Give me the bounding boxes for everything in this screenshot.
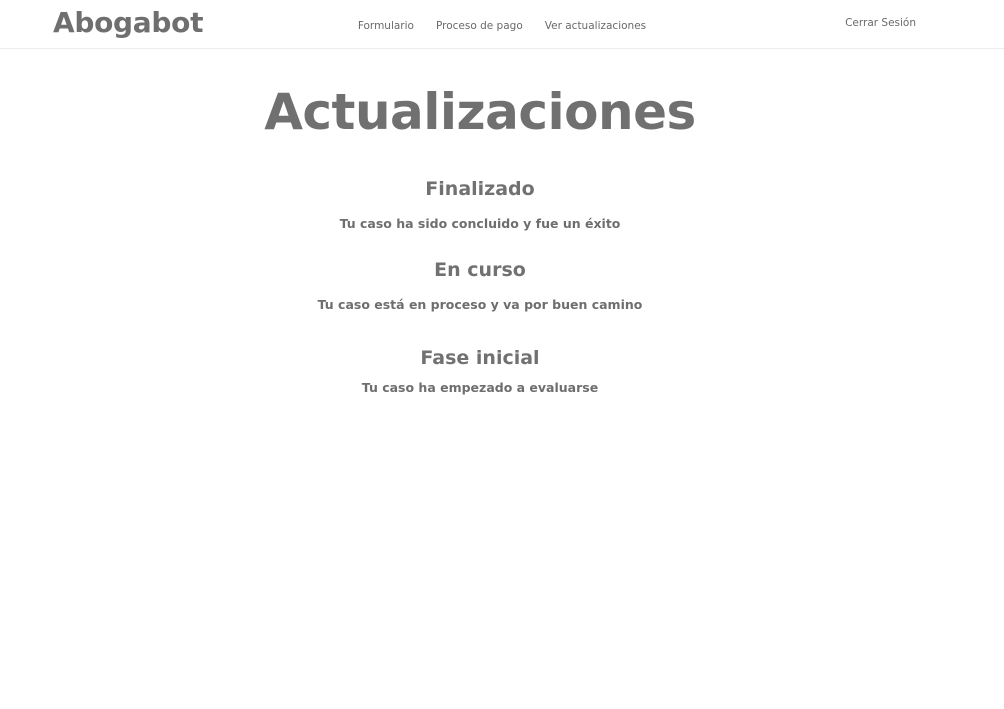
status-fase-inicial: Fase inicial Tu caso ha empezado a evalu… — [0, 313, 960, 396]
status-finalizado: Finalizado Tu caso ha sido concluido y f… — [0, 142, 960, 232]
status-en-curso: En curso Tu caso está en proceso y va po… — [0, 232, 960, 313]
top-navbar: Abogabot Formulario Proceso de pago Ver … — [0, 0, 1004, 49]
nav-link-ver-actualizaciones[interactable]: Ver actualizaciones — [545, 20, 646, 32]
status-title: Fase inicial — [420, 347, 540, 369]
status-description: Tu caso está en proceso y va por buen ca… — [317, 297, 643, 312]
status-title: En curso — [434, 259, 526, 281]
nav-link-proceso-de-pago[interactable]: Proceso de pago — [436, 20, 523, 32]
main-content: Actualizaciones Finalizado Tu caso ha si… — [0, 49, 1004, 396]
status-title: Finalizado — [425, 178, 535, 200]
logout-link[interactable]: Cerrar Sesión — [845, 17, 916, 29]
status-description: Tu caso ha empezado a evaluarse — [361, 380, 599, 395]
nav-link-formulario[interactable]: Formulario — [358, 20, 414, 32]
page-title: Actualizaciones — [264, 83, 696, 141]
status-description: Tu caso ha sido concluido y fue un éxito — [339, 216, 621, 231]
